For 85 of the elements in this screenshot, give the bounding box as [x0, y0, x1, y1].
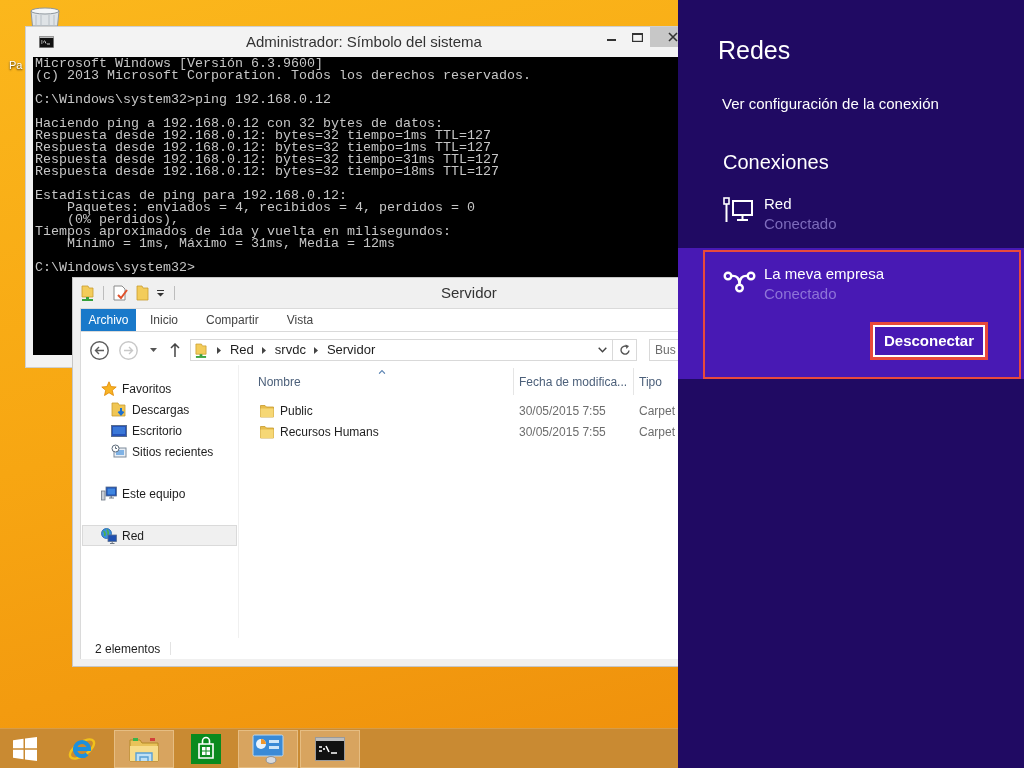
close-icon	[668, 32, 678, 42]
connection-status: Conectado	[764, 214, 837, 234]
download-folder-icon	[111, 401, 127, 418]
file-type: Carpet	[638, 402, 676, 420]
ribbon-tab[interactable]: Compartir	[192, 309, 273, 331]
disconnect-button[interactable]: Desconectar	[872, 325, 985, 357]
console-line: (c) 2013 Microsoft Corporation. Todos los derechos reservados.	[35, 70, 531, 82]
connection-name: Red	[764, 194, 792, 214]
chevron-right-icon	[261, 346, 266, 354]
nav-item[interactable]: Este equipo	[82, 483, 237, 504]
window-title: Servidor	[441, 282, 497, 303]
console-icon	[315, 736, 345, 761]
nav-item[interactable]: Red	[82, 525, 237, 546]
refresh-icon	[618, 344, 631, 356]
status-text: 2 elementos	[95, 640, 161, 658]
maximize-icon	[631, 32, 643, 42]
console-line: Paquetes: enviados = 4, recibidos = 4, perdidos = 0	[66, 202, 475, 214]
connection-item[interactable]: La meva empresa Conectado Desconectar	[678, 248, 1024, 379]
caret-down-icon[interactable]	[150, 348, 157, 352]
file-tab[interactable]: Archivo	[81, 309, 136, 331]
console-line: Respuesta desde 192.168.0.12: bytes=32 tiempo=1ms TTL=127	[35, 142, 491, 154]
file-type: Carpet	[638, 423, 676, 441]
star-icon	[101, 380, 117, 397]
breadcrumb[interactable]: Red	[229, 340, 254, 360]
file-name: Public	[280, 402, 313, 420]
windows-logo-icon	[12, 735, 38, 762]
connection-item[interactable]: Red Conectado	[678, 178, 1024, 248]
folder-icon	[260, 424, 274, 439]
console-line: C:\Windows\system32>	[35, 262, 195, 274]
folder-icon	[260, 403, 274, 418]
modified-date: 30/05/2015 7:55	[518, 402, 607, 420]
console-line: Haciendo ping a 192.168.0.12 con 32 bytes de datos:	[35, 118, 443, 130]
arrow-left-icon	[90, 340, 109, 360]
network-folder-icon	[194, 342, 207, 358]
console-line: Respuesta desde 192.168.0.12: bytes=32 tiempo=31ms TTL=127	[35, 154, 499, 166]
breadcrumb[interactable]: Servidor	[326, 340, 376, 360]
search-field[interactable]: Bus	[649, 339, 678, 361]
console-line: C:\Windows\system32>ping 192.168.0.12	[35, 94, 331, 106]
settings-link[interactable]: Ver configuración de la conexión	[722, 94, 939, 114]
console-line: Respuesta desde 192.168.0.12: bytes=32 tiempo=18ms TTL=127	[35, 166, 499, 178]
clock-window-icon	[111, 443, 127, 460]
shopping-bag-icon	[191, 733, 221, 764]
minimize-icon	[606, 39, 616, 41]
computer-icon	[101, 485, 117, 502]
address-field[interactable]: Red srvdc Servidor	[189, 339, 614, 361]
window-title: Administrador: Símbolo del sistema	[246, 31, 482, 52]
console-line: Mínimo = 1ms, Máximo = 31ms, Media = 12ms	[67, 238, 395, 250]
chevron-right-icon	[216, 346, 221, 354]
column-header[interactable]: Nombre	[250, 368, 513, 395]
monitor-screen-icon	[111, 424, 127, 437]
taskbar-button[interactable]	[300, 729, 360, 768]
console-line: Estadísticas de ping para 192.168.0.12:	[35, 190, 347, 202]
connection-name: La meva empresa	[764, 264, 885, 284]
ribbon-tab[interactable]: Inicio	[136, 309, 192, 331]
checked-document-icon[interactable]	[113, 285, 128, 301]
plug-monitor-icon	[723, 197, 753, 223]
nav-item[interactable]: Escritorio	[82, 420, 237, 441]
file-name: Recursos Humans	[280, 423, 379, 441]
console-line: Microsoft Windows [Versión 6.3.9600]	[35, 58, 323, 70]
console-icon	[38, 36, 55, 48]
chevron-right-icon	[313, 346, 318, 354]
connection-status: Conectado	[764, 284, 837, 304]
ribbon-tab[interactable]: Vista	[272, 309, 328, 331]
console-line: (0% perdidos),	[67, 214, 179, 226]
back-button[interactable]	[90, 340, 109, 360]
console-line: Respuesta desde 192.168.0.12: bytes=32 tiempo=1ms TTL=127	[35, 130, 491, 142]
globe-monitor-icon	[101, 527, 117, 544]
refresh-button[interactable]	[613, 339, 637, 361]
section-title: Conexiones	[723, 150, 829, 175]
nav-item[interactable]: Descargas	[82, 399, 237, 420]
caret-down-icon[interactable]	[157, 289, 164, 297]
breadcrumb[interactable]: srvdc	[274, 340, 306, 360]
console-line: Tiempos aproximados de ida y vuelta en milisegundos:	[35, 226, 451, 238]
nav-item[interactable]: Favoritos	[82, 378, 237, 399]
chart-screen-icon	[252, 733, 284, 764]
linked-nodes-icon	[723, 269, 756, 293]
arrow-right-icon	[119, 340, 138, 360]
chevron-down-icon[interactable]	[598, 347, 608, 353]
close-button[interactable]	[650, 27, 678, 47]
modified-date: 30/05/2015 7:55	[518, 423, 607, 441]
arrow-up-icon[interactable]	[170, 343, 180, 357]
nav-item[interactable]: Sitios recientes	[82, 441, 237, 462]
column-header[interactable]: Fecha de modifica...	[513, 368, 633, 395]
network-folder-icon	[81, 285, 94, 301]
panel-title: Redes	[718, 35, 791, 65]
